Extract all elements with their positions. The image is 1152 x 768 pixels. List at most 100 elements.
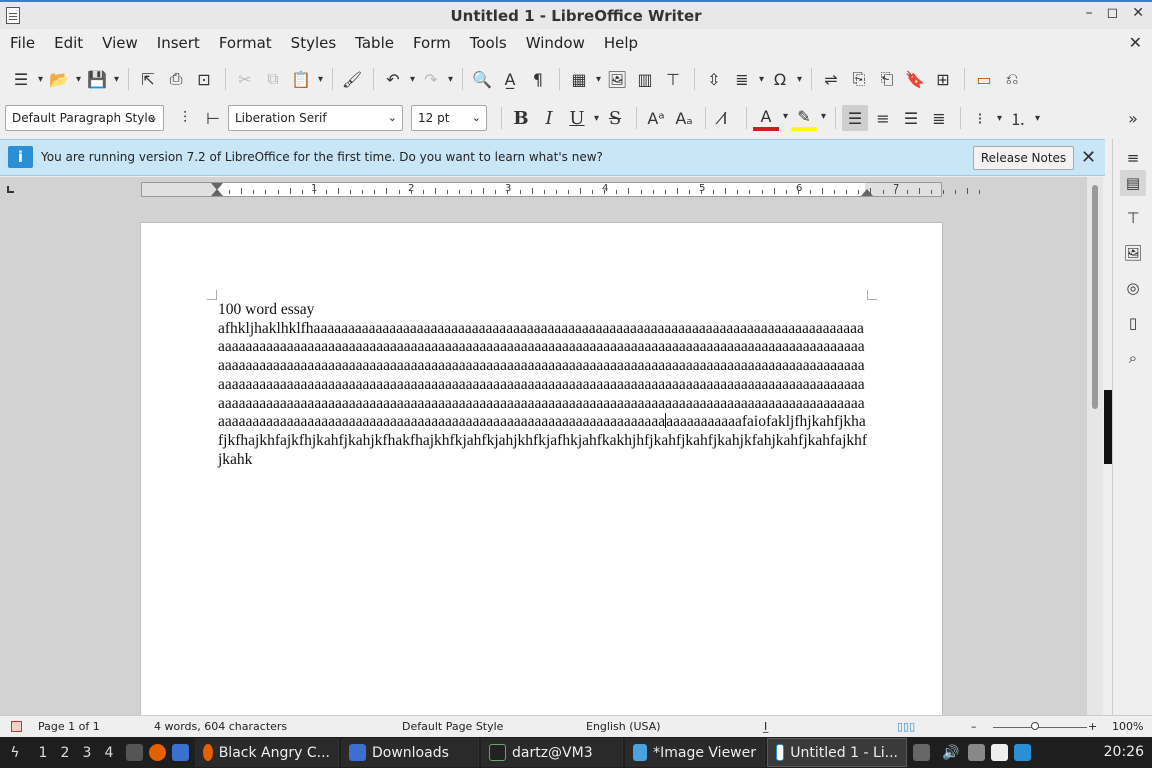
clipboard-icon[interactable] (991, 744, 1008, 761)
copy-icon[interactable]: ⧉ (260, 66, 286, 92)
menu-format[interactable]: Format (219, 34, 281, 52)
menu-edit[interactable]: Edit (54, 34, 92, 52)
text-language[interactable]: English (USA) (586, 720, 661, 733)
zoom-level[interactable]: 100% (1112, 720, 1143, 733)
superscript-icon[interactable]: Aᵃ (643, 105, 669, 131)
page-count[interactable]: Page 1 of 1 (38, 720, 100, 733)
comment-icon[interactable]: ▭ (971, 66, 997, 92)
menu-styles[interactable]: Styles (291, 34, 346, 52)
style-inspector-icon[interactable]: ⌕ (1120, 345, 1146, 371)
new-style-icon[interactable]: ⊢ (200, 105, 226, 131)
insert-field-icon[interactable]: ≣ (729, 66, 764, 92)
font-color-icon[interactable]: A (753, 105, 788, 131)
highlight-color-icon[interactable]: ✎ (791, 105, 826, 131)
clear-formatting-icon[interactable]: I̸ (712, 105, 738, 131)
subscript-icon[interactable]: Aₐ (671, 105, 697, 131)
single-page-view-icon[interactable]: ▯▯▯ (897, 720, 915, 733)
paste-icon[interactable]: 📋 (288, 66, 323, 92)
file-manager-launcher-icon[interactable] (172, 744, 189, 761)
page-break-icon[interactable]: ⇳ (701, 66, 727, 92)
font-size-select[interactable]: 12 pt ⌄ (411, 105, 487, 131)
italic-icon[interactable]: I (536, 105, 562, 131)
volume-icon[interactable]: 🔊 (940, 745, 962, 761)
taskbar-app-firefox[interactable]: Black Angry C... (195, 738, 339, 767)
cut-icon[interactable]: ✂ (232, 66, 258, 92)
show-desktop-icon[interactable] (126, 744, 143, 761)
bullet-list-icon[interactable]: ⁝ (967, 105, 1002, 131)
page-icon[interactable]: ▯ (1120, 310, 1146, 336)
document-page[interactable]: 100 word essay afhkljhaklhklfhaaaaaaaaaa… (140, 222, 943, 715)
workspace-1[interactable]: 1 (32, 745, 54, 761)
zoom-slider[interactable] (985, 720, 1095, 734)
menu-form[interactable]: Form (413, 34, 460, 52)
gallery-icon[interactable]: 🖼 (1120, 240, 1146, 266)
menu-window[interactable]: Window (526, 34, 594, 52)
network-icon[interactable] (968, 744, 985, 761)
display-icon[interactable] (1014, 744, 1031, 761)
horizontal-ruler[interactable]: 1 2 3 4 5 6 7 (141, 182, 981, 197)
word-count[interactable]: 4 words, 604 characters (154, 720, 287, 733)
insert-textbox-icon[interactable]: ⊤ (660, 66, 686, 92)
align-center-icon[interactable]: ≡ (870, 105, 896, 131)
taskbar-app-image-viewer[interactable]: *Image Viewer (625, 738, 765, 767)
update-style-icon[interactable]: ⫶ (172, 105, 198, 131)
print-icon[interactable]: ⎙ (163, 66, 189, 92)
zoom-in-icon[interactable]: + (1088, 720, 1097, 733)
vertical-scrollbar[interactable] (1087, 177, 1103, 715)
menu-tools[interactable]: Tools (470, 34, 516, 52)
undo-icon[interactable]: ↶ (380, 66, 415, 92)
insert-image-icon[interactable]: 🖼 (604, 66, 630, 92)
insert-chart-icon[interactable]: ▥ (632, 66, 658, 92)
special-character-icon[interactable]: Ω (767, 66, 802, 92)
zoom-out-icon[interactable]: – (971, 720, 977, 733)
save-icon[interactable]: 💾 (84, 66, 119, 92)
menu-help[interactable]: Help (604, 34, 647, 52)
cross-reference-icon[interactable]: ⊞ (930, 66, 956, 92)
taskbar-app-terminal[interactable]: dartz@VM3 (481, 738, 623, 767)
taskbar-app-writer[interactable]: Untitled 1 - Li... (767, 738, 907, 767)
menu-view[interactable]: View (102, 34, 147, 52)
maximize-button[interactable]: ◻ (1107, 5, 1119, 21)
workspace-2[interactable]: 2 (54, 745, 76, 761)
font-name-select[interactable]: Liberation Serif ⌄ (228, 105, 403, 131)
scrollbar-thumb[interactable] (1092, 185, 1098, 409)
release-notes-button[interactable]: Release Notes (973, 146, 1074, 170)
taskbar-app-downloads[interactable]: Downloads (341, 738, 479, 767)
export-pdf-icon[interactable]: ⇱ (135, 66, 161, 92)
align-right-icon[interactable]: ☰ (898, 105, 924, 131)
underline-icon[interactable]: U (564, 105, 599, 131)
justify-icon[interactable]: ≣ (926, 105, 952, 131)
tab-stop-type-icon[interactable] (7, 186, 14, 193)
menu-file[interactable]: File (10, 34, 44, 52)
print-preview-icon[interactable]: ⊡ (191, 66, 217, 92)
insert-mode-icon[interactable]: I̲ (764, 720, 767, 733)
system-tray-icon[interactable] (913, 744, 930, 761)
zoom-knob[interactable] (1031, 722, 1039, 730)
formatting-marks-icon[interactable]: ¶ (525, 66, 551, 92)
bold-icon[interactable]: B (508, 105, 534, 131)
close-icon[interactable]: ✕ (1081, 147, 1096, 168)
endnote-icon[interactable]: ⎗ (874, 66, 900, 92)
workspace-4[interactable]: 4 (98, 745, 120, 761)
insert-table-icon[interactable]: ▦ (566, 66, 601, 92)
firefox-launcher-icon[interactable] (149, 744, 166, 761)
numbered-list-icon[interactable]: ⒈ (1005, 105, 1040, 131)
menu-table[interactable]: Table (355, 34, 403, 52)
document-body[interactable]: 100 word essay afhkljhaklhklfhaaaaaaaaaa… (218, 301, 868, 469)
navigator-icon[interactable]: ◎ (1120, 275, 1146, 301)
close-document-icon[interactable]: ✕ (1129, 33, 1142, 52)
hyperlink-icon[interactable]: ⇌ (818, 66, 844, 92)
minimize-button[interactable]: – (1086, 5, 1093, 21)
clone-formatting-icon[interactable]: 🖌 (339, 66, 365, 92)
paragraph-style-select[interactable]: Default Paragraph Style ⌄ (5, 105, 164, 131)
open-folder-icon[interactable]: 📂 (46, 66, 81, 92)
redo-icon[interactable]: ↷ (418, 66, 453, 92)
track-changes-icon[interactable]: ⎌ (999, 66, 1025, 92)
workspace-3[interactable]: 3 (76, 745, 98, 761)
document-modified-icon[interactable] (11, 721, 22, 732)
footnote-icon[interactable]: ⎘ (846, 66, 872, 92)
close-window-button[interactable]: ✕ (1132, 5, 1144, 21)
align-left-icon[interactable]: ☰ (842, 105, 868, 131)
more-options-icon[interactable]: » (1120, 105, 1146, 131)
spelling-icon[interactable]: A̲ (497, 66, 523, 92)
